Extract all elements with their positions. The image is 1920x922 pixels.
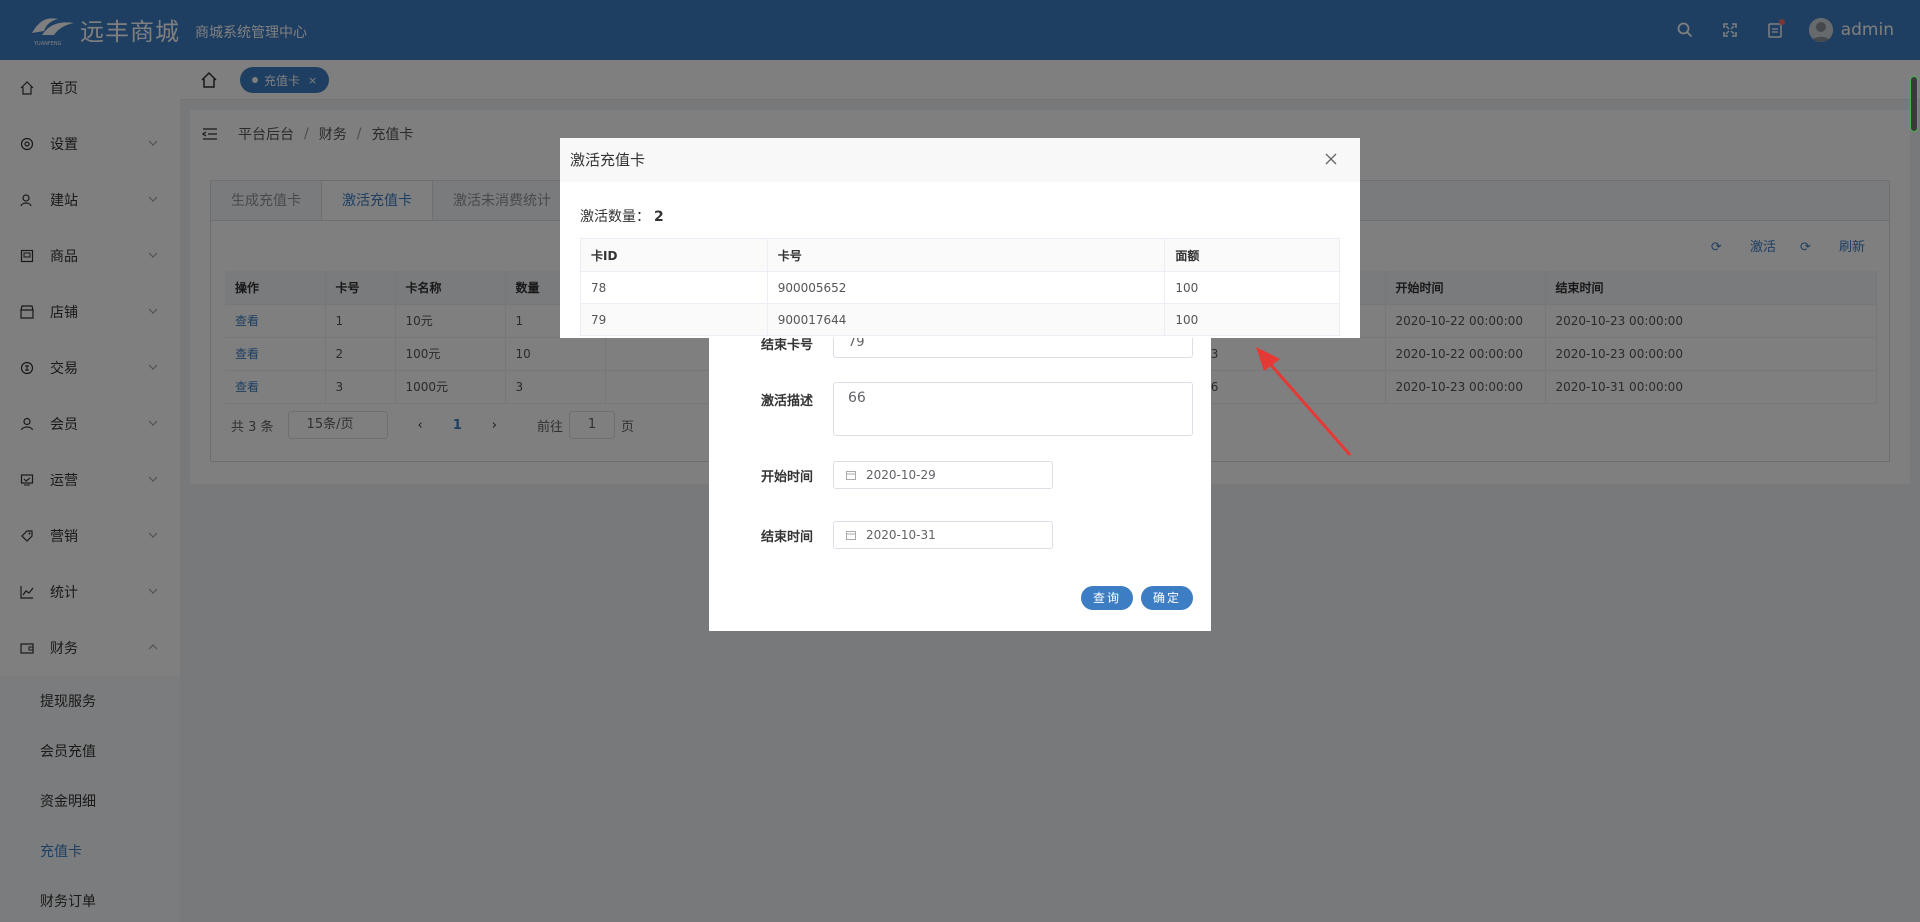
table-cell: 900005652	[766, 271, 1166, 304]
col-header: 卡ID	[580, 238, 768, 272]
activate-count: 激活数量： 2	[580, 206, 664, 226]
count-label: 激活数量：	[580, 209, 650, 225]
end-date-value: 2020-10-31	[866, 528, 936, 542]
table-row: 79 900017644 100	[580, 303, 1340, 336]
dialog-title: 激活充值卡	[560, 138, 1360, 182]
result-table: 卡ID 卡号 面额 78 900005652 100 79 900017644 …	[580, 238, 1340, 336]
scrollbar[interactable]	[1910, 76, 1918, 132]
activate-form-dialog: 结束卡号 79 激活描述 66 开始时间 2020-10-29 结束时间 202…	[709, 300, 1211, 631]
desc-label: 激活描述	[761, 394, 814, 409]
confirm-button[interactable]: 确定	[1141, 586, 1194, 610]
table-cell: 79	[580, 303, 768, 336]
table-cell: 100	[1164, 271, 1340, 304]
desc-textarea[interactable]: 66	[833, 382, 1193, 436]
desc-row: 激活描述 66	[761, 382, 1193, 436]
start-time-label: 开始时间	[761, 469, 814, 485]
start-date-value: 2020-10-29	[866, 468, 936, 482]
table-cell: 900017644	[766, 303, 1166, 336]
activate-result-dialog: 激活充值卡 激活数量： 2 卡ID 卡号 面额 78 900005652 100 …	[560, 138, 1360, 338]
table-cell: 78	[580, 271, 768, 304]
col-header: 面额	[1164, 238, 1340, 272]
calendar-icon	[846, 471, 856, 480]
table-cell: 100	[1164, 303, 1340, 336]
query-button[interactable]: 查询	[1081, 586, 1134, 610]
col-header: 卡号	[766, 238, 1166, 272]
end-time-row: 结束时间 2020-10-31	[761, 521, 1053, 549]
calendar-icon	[846, 531, 856, 540]
table-row: 78 900005652 100	[580, 271, 1340, 304]
close-icon[interactable]	[1324, 152, 1338, 166]
start-date-picker[interactable]: 2020-10-29	[833, 461, 1053, 489]
end-date-picker[interactable]: 2020-10-31	[833, 521, 1053, 549]
end-time-label: 结束时间	[761, 529, 814, 545]
start-time-row: 开始时间 2020-10-29	[761, 461, 1053, 489]
table-header-row: 卡ID 卡号 面额	[580, 238, 1340, 272]
annotation-arrow	[1256, 347, 1352, 456]
count-value: 2	[654, 209, 664, 225]
